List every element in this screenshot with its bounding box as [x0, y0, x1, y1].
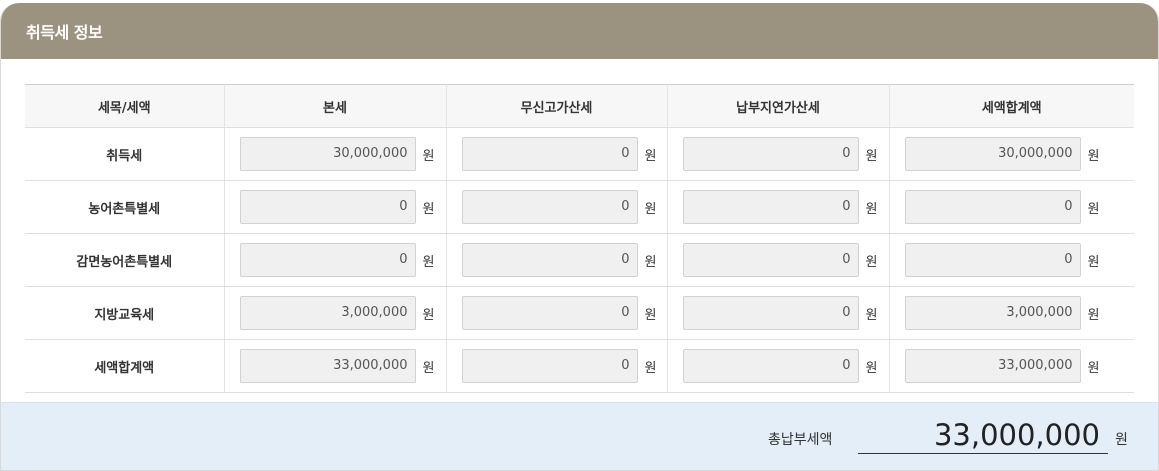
unit-label: 원 — [1087, 254, 1100, 270]
unit-label: 원 — [1087, 201, 1100, 217]
unit-label: 원 — [1087, 148, 1100, 164]
unit-label: 원 — [865, 307, 878, 323]
table-row: 농어촌특별세 0원 0원 0원 0원 — [25, 180, 1134, 234]
late-payment-penalty-field: 0 — [682, 349, 859, 383]
late-payment-penalty-field: 0 — [682, 190, 859, 224]
total-payment-bar: 총납부세액 33,000,000 원 — [1, 402, 1158, 470]
unit-label: 원 — [644, 201, 657, 217]
unit-label: 원 — [644, 360, 657, 376]
table-row: 지방교육세 3,000,000 원 0원 0원 3,000,000 원 — [25, 286, 1134, 340]
row-label: 감면농어촌특별세 — [25, 233, 225, 287]
unit-label: 원 — [644, 148, 657, 164]
row-label: 농어촌특별세 — [25, 180, 225, 234]
total-amount-field: 0 — [904, 190, 1081, 224]
unit-label: 원 — [422, 201, 435, 217]
base-tax-field: 3,000,000 — [239, 296, 416, 330]
table-row: 세액합계액 33,000,000 원 0원 0원 33,000,000 원 — [25, 339, 1134, 393]
total-amount-field: 33,000,000 — [904, 349, 1081, 383]
non-filing-penalty-field: 0 — [461, 190, 638, 224]
column-header-late-payment-penalty: 납부지연가산세 — [667, 84, 890, 128]
panel-header: 취득세 정보 — [1, 3, 1158, 59]
unit-label: 원 — [644, 307, 657, 323]
unit-label: 원 — [422, 307, 435, 323]
total-payment-unit: 원 — [1115, 432, 1128, 448]
total-amount-field: 30,000,000 — [904, 137, 1081, 171]
total-amount-field: 3,000,000 — [904, 296, 1081, 330]
unit-label: 원 — [422, 148, 435, 164]
unit-label: 원 — [1087, 360, 1100, 376]
non-filing-penalty-field: 0 — [461, 243, 638, 277]
column-header-total-amount: 세액합계액 — [889, 84, 1134, 128]
column-header-non-filing-penalty: 무신고가산세 — [446, 84, 668, 128]
total-payment-value: 33,000,000 — [858, 416, 1108, 454]
unit-label: 원 — [1087, 307, 1100, 323]
unit-label: 원 — [644, 254, 657, 270]
base-tax-field: 0 — [239, 190, 416, 224]
base-tax-field: 33,000,000 — [239, 349, 416, 383]
unit-label: 원 — [865, 148, 878, 164]
total-amount-field: 0 — [904, 243, 1081, 277]
table-header-row: 세목/세액 본세 무신고가산세 납부지연가산세 세액합계액 — [25, 84, 1134, 128]
base-tax-field: 0 — [239, 243, 416, 277]
late-payment-penalty-field: 0 — [682, 137, 859, 171]
row-label: 취득세 — [25, 127, 225, 181]
tax-info-panel: 취득세 정보 세목/세액 본세 무신고가산세 납부지연가산세 세액합계액 취득세… — [0, 3, 1159, 471]
panel-title: 취득세 정보 — [26, 23, 103, 42]
table-row: 취득세 30,000,000 원 0원 0원 30,000,000 원 — [25, 127, 1134, 181]
total-payment-label: 총납부세액 — [768, 432, 833, 448]
column-header-category: 세목/세액 — [25, 84, 225, 128]
unit-label: 원 — [422, 254, 435, 270]
late-payment-penalty-field: 0 — [682, 296, 859, 330]
base-tax-field: 30,000,000 — [239, 137, 416, 171]
non-filing-penalty-field: 0 — [461, 296, 638, 330]
non-filing-penalty-field: 0 — [461, 137, 638, 171]
unit-label: 원 — [865, 360, 878, 376]
row-label: 지방교육세 — [25, 286, 225, 340]
column-header-base-tax: 본세 — [224, 84, 447, 128]
unit-label: 원 — [422, 360, 435, 376]
unit-label: 원 — [865, 254, 878, 270]
late-payment-penalty-field: 0 — [682, 243, 859, 277]
tax-table: 세목/세액 본세 무신고가산세 납부지연가산세 세액합계액 취득세 30,000… — [25, 84, 1134, 393]
table-row: 감면농어촌특별세 0원 0원 0원 0원 — [25, 233, 1134, 287]
unit-label: 원 — [865, 201, 878, 217]
non-filing-penalty-field: 0 — [461, 349, 638, 383]
row-label: 세액합계액 — [25, 339, 225, 393]
